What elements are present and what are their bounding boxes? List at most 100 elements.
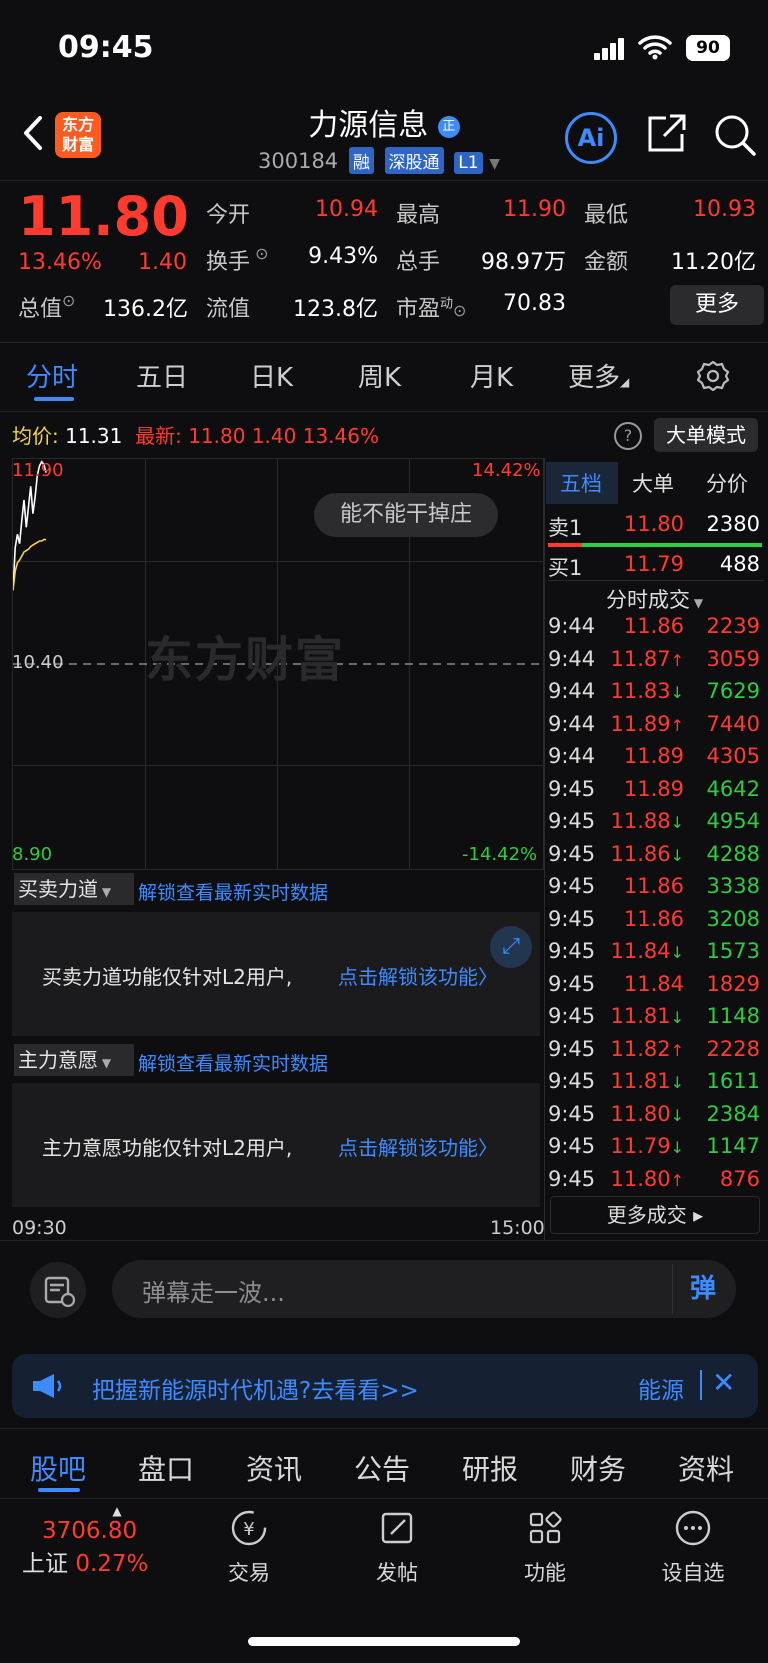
trade-price: 11.86 [623, 614, 684, 638]
unlock-link[interactable]: 解锁查看最新实时数据 [138, 878, 328, 905]
big-order-mode-button[interactable]: 大单模式 [654, 418, 758, 452]
tab-finance[interactable]: 财务 [570, 1448, 626, 1488]
trade-time: 9:44 [548, 646, 596, 671]
index-ticker[interactable]: ▲ 3706.80 上证 0.27% [22, 1504, 172, 1578]
chart-bottom-pct: -14.42% [462, 844, 538, 865]
mktcap-label[interactable]: 总值⊙ [18, 291, 75, 323]
promo-notice[interactable]: 把握新能源时代机遇?去看看>> 能源 ✕ [12, 1354, 758, 1418]
float-label: 流值 [206, 297, 251, 322]
amount-label: 金额 [584, 250, 629, 275]
message-list-icon[interactable] [30, 1262, 86, 1318]
latest-change: 1.40 [251, 424, 297, 448]
tab-weekly-k[interactable]: 周K [358, 357, 401, 394]
panel-main-force-select[interactable]: 主力意愿 ▼ [14, 1044, 134, 1076]
amount-value: 11.20亿 [671, 250, 756, 275]
trade-time: 9:45 [548, 1134, 596, 1158]
tab-more[interactable]: 更多◢ [568, 357, 629, 394]
trade-time: 9:45 [548, 1069, 596, 1093]
trade-price: 11.89↑ [610, 711, 684, 736]
trade-volume: 3208 [706, 906, 760, 931]
trade-price: 11.84 [623, 971, 684, 996]
chart-top-price: 11.90 [12, 460, 64, 481]
trade-row: 9:45 11.81↓ 1148 [548, 1004, 764, 1034]
search-icon[interactable] [712, 112, 758, 158]
unlock-feature-link[interactable]: 点击解锁该功能〉 [338, 961, 498, 990]
open-label: 今开 [206, 203, 251, 228]
nav-add-watchlist[interactable]: 设自选 [638, 1508, 748, 1587]
sell1-row: 卖1 11.80 2380 [548, 512, 760, 540]
panel-buy-sell-power-select[interactable]: 买卖力道 ▼ [14, 873, 134, 905]
danmaku-input[interactable]: 弹幕走一波... 弹 [112, 1260, 736, 1318]
verified-icon: 正 [437, 115, 460, 138]
tab-price-dist[interactable]: 分价 [706, 468, 748, 498]
tab-order-book[interactable]: 盘口 [138, 1448, 194, 1488]
time-end: 15:00 [490, 1217, 545, 1239]
trade-time: 9:45 [548, 841, 596, 866]
unlock-feature-link[interactable]: 点击解锁该功能〉 [338, 1132, 498, 1161]
trade-volume: 4954 [706, 809, 760, 833]
trade-time: 9:45 [548, 971, 596, 996]
close-icon[interactable]: ✕ [712, 1366, 735, 1399]
trade-price: 11.88↓ [610, 809, 684, 833]
tab-five-day[interactable]: 五日 [136, 357, 188, 394]
stock-code-row[interactable]: 300184 融 深股通 L1 ▼ [258, 147, 500, 174]
tab-news[interactable]: 资讯 [246, 1448, 302, 1488]
trade-price: 11.79↓ [610, 1134, 684, 1158]
signal-icon [594, 38, 626, 60]
index-name: 上证 [22, 1551, 68, 1577]
tab-announcements[interactable]: 公告 [354, 1448, 410, 1488]
nav-post[interactable]: 发帖 [342, 1508, 452, 1587]
trade-volume: 2228 [706, 1036, 760, 1061]
change-percent: 13.46% [18, 250, 102, 275]
tab-big-orders[interactable]: 大单 [632, 468, 674, 498]
mktcap-value: 136.2亿 [103, 297, 188, 322]
trades-title[interactable]: 分时成交 ▼ [606, 584, 703, 614]
tab-research[interactable]: 研报 [462, 1448, 518, 1488]
caret-down-icon: ▼ [489, 156, 500, 172]
expand-icon[interactable]: ⤢ [490, 926, 532, 968]
divider [544, 458, 545, 1240]
turnover-label[interactable]: 换手 ⊙ [206, 244, 269, 276]
tab-profile[interactable]: 资料 [678, 1448, 734, 1488]
trade-time: 9:45 [548, 776, 596, 801]
settings-icon[interactable] [696, 359, 730, 393]
ai-button[interactable]: Ai [565, 112, 617, 164]
tab-active-indicator [38, 1488, 80, 1492]
nav-trade[interactable]: ¥ 交易 [194, 1508, 304, 1587]
trade-time: 9:45 [548, 1101, 596, 1126]
trade-volume: 1573 [706, 939, 760, 963]
trade-price: 11.87↑ [610, 646, 684, 671]
divider [0, 180, 768, 181]
trade-row: 9:45 11.80↑ 876 [548, 1167, 764, 1197]
stock-name: 力源信息 [308, 108, 429, 143]
tab-intraday[interactable]: 分时 [26, 357, 78, 394]
more-trades-button[interactable]: 更多成交 ▸ [550, 1196, 760, 1234]
tab-guba[interactable]: 股吧 [30, 1448, 86, 1488]
status-bar: 09:45 90 [0, 0, 768, 95]
trade-price: 11.86 [623, 874, 684, 898]
trade-time: 9:45 [548, 939, 596, 963]
info-icon: ⊙ [62, 291, 76, 310]
tab-monthly-k[interactable]: 月K [470, 357, 513, 394]
tab-daily-k[interactable]: 日K [250, 357, 293, 394]
help-icon[interactable]: ? [614, 422, 642, 450]
trade-row: 9:45 11.88↓ 4954 [548, 809, 764, 839]
status-time: 09:45 [58, 30, 154, 65]
share-icon[interactable] [644, 112, 688, 156]
pe-value: 70.83 [503, 291, 566, 316]
change-value: 1.40 [138, 250, 187, 275]
float-value: 123.8亿 [293, 297, 378, 322]
tab-level5[interactable]: 五档 [560, 468, 602, 498]
trade-time: 9:45 [548, 809, 596, 833]
unlock-link[interactable]: 解锁查看最新实时数据 [138, 1049, 328, 1076]
chart-info-bar: 均价: 11.31 最新: 11.80 1.40 13.46% [12, 424, 379, 448]
danmaku-send-button[interactable]: 弹 [672, 1264, 733, 1314]
danmaku-bubble[interactable]: 能不能干掉庄 [314, 493, 498, 537]
panel-message: 主力意愿功能仅针对L2用户, [42, 1136, 293, 1160]
trade-row: 9:45 11.84 1829 [548, 972, 764, 1002]
more-quote-button[interactable]: 更多 [670, 285, 764, 325]
wifi-icon [638, 35, 672, 60]
time-start: 09:30 [12, 1217, 67, 1239]
nav-functions[interactable]: 功能 [490, 1508, 600, 1587]
pe-label[interactable]: 市盈动⊙ [396, 291, 466, 323]
